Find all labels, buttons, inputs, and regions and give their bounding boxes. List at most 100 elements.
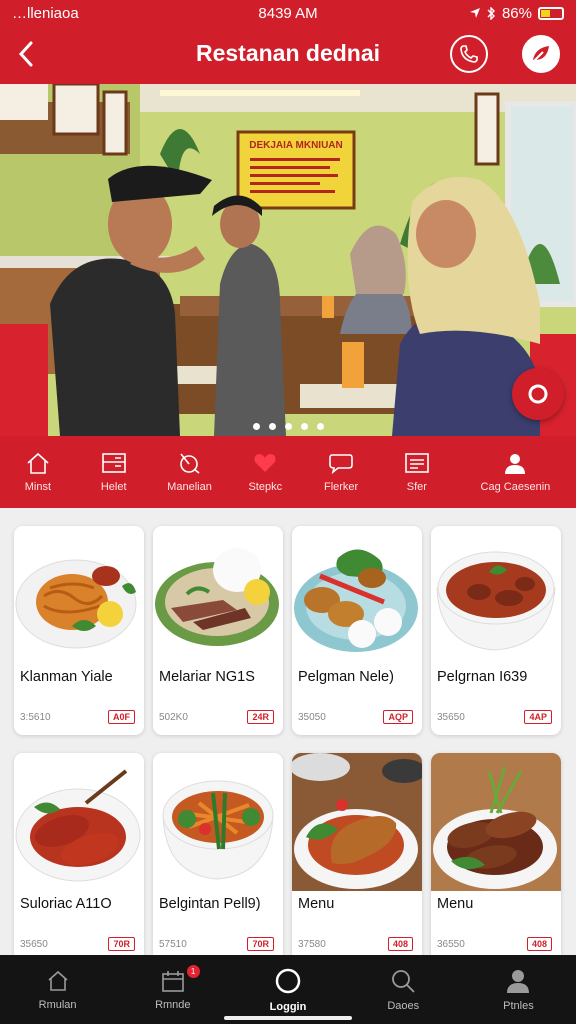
- bottom-tab-bar: Rmulan 1 Rmnde Loggin Daoes Ptnles: [0, 955, 576, 1024]
- refresh-icon: [528, 384, 548, 404]
- menu-item-tag[interactable]: 408: [526, 937, 552, 951]
- dish-image-noodles: [14, 526, 144, 664]
- tab-rmnde[interactable]: 1 Rmnde: [115, 955, 230, 1024]
- tab-label: Rmnde: [155, 998, 191, 1011]
- carousel-dot[interactable]: [252, 423, 260, 430]
- dish-image-satay: [292, 526, 422, 664]
- tab-ptnles[interactable]: Ptnles: [461, 955, 576, 1024]
- menu-item-code: 36550: [437, 939, 465, 950]
- carousel-dot[interactable]: [316, 423, 324, 430]
- menu-item-code: 35050: [298, 712, 326, 723]
- tab-label: Daoes: [387, 999, 420, 1012]
- category-label: Helet: [100, 481, 127, 493]
- category-minst[interactable]: Minst: [0, 436, 76, 508]
- battery-icon: [538, 6, 564, 20]
- menu-item-name: Suloriac A11O: [20, 896, 112, 912]
- document-icon: [405, 453, 429, 473]
- category-cag-caesenin[interactable]: Cag Caesenin: [455, 436, 576, 508]
- menu-item-code: 35650: [20, 939, 48, 950]
- menu-card[interactable]: Klanman Yiale 3:5610 A0F: [14, 526, 144, 735]
- home-icon: [27, 452, 49, 474]
- dish-image-grilled: [292, 753, 422, 891]
- carousel-dot[interactable]: [268, 423, 276, 430]
- menu-item-tag[interactable]: 24R: [247, 710, 274, 724]
- menu-item-name: Pelgman Nele): [298, 669, 394, 685]
- dish-image-rice-meat: [153, 526, 283, 664]
- menu-item-tag[interactable]: AQP: [383, 710, 413, 724]
- chat-icon: [329, 454, 353, 475]
- menu-card[interactable]: Suloriac A11O 35650 70R: [14, 753, 144, 962]
- menu-item-tag[interactable]: 4AP: [524, 710, 552, 724]
- menu-item-name: Menu: [298, 896, 335, 912]
- menu-card[interactable]: Menu 36550 408: [431, 753, 561, 962]
- category-stepkc[interactable]: Stepkc: [227, 436, 303, 508]
- tab-label: Rmulan: [38, 998, 77, 1011]
- menu-card[interactable]: Pelgrnan I639 35650 4AP: [431, 526, 561, 735]
- tab-label: Ptnles: [503, 999, 534, 1012]
- category-manelian[interactable]: Manelian: [152, 436, 228, 508]
- menu-board-title: DEKJAIA MKNIUAN: [249, 140, 343, 151]
- carousel-dot[interactable]: [300, 423, 308, 430]
- menu-item-name: Menu: [437, 896, 474, 912]
- clock: 8439 AM: [258, 4, 318, 22]
- call-button[interactable]: [450, 35, 488, 73]
- menu-card[interactable]: Pelgman Nele) 35050 AQP: [292, 526, 422, 735]
- tab-label: Loggin: [269, 1000, 307, 1013]
- category-flerker[interactable]: Flerker: [303, 436, 379, 508]
- menu-item-name: Klanman Yiale: [20, 669, 113, 685]
- heart-icon: [254, 454, 276, 472]
- menu-item-tag[interactable]: 408: [387, 937, 413, 951]
- category-helet[interactable]: Helet: [76, 436, 152, 508]
- calendar-icon: [161, 970, 184, 992]
- phone-icon: [460, 45, 478, 63]
- home-icon: [48, 970, 68, 991]
- dish-image-vegetables: [153, 753, 283, 891]
- category-label: Flerker: [323, 481, 359, 493]
- menu-item-tag[interactable]: 70R: [108, 937, 135, 951]
- category-sfer[interactable]: Sfer: [379, 436, 455, 508]
- tab-daoes[interactable]: Daoes: [346, 955, 461, 1024]
- tab-rmulan[interactable]: Rmulan: [0, 955, 115, 1024]
- menu-item-code: 57510: [159, 939, 187, 950]
- status-bar: …lleniaoa 8439 AM 86%: [0, 0, 576, 26]
- menu-grid: Klanman Yiale 3:5610 A0F Melariar NG1S 5…: [14, 526, 562, 962]
- menu-item-tag[interactable]: 70R: [247, 937, 274, 951]
- restaurant-illustration: DEKJAIA MKNIUAN: [0, 84, 576, 436]
- menu-card[interactable]: Melariar NG1S 502K0 24R: [153, 526, 283, 735]
- list-icon: [101, 453, 126, 473]
- user-icon: [505, 454, 526, 474]
- carousel-indicator[interactable]: [0, 423, 576, 430]
- menu-card[interactable]: Belgintan Pell9) 57510 70R: [153, 753, 283, 962]
- carousel-dot[interactable]: [284, 423, 292, 430]
- brand-button[interactable]: [522, 35, 560, 73]
- menu-item-code: 35650: [437, 712, 465, 723]
- menu-item-code: 502K0: [159, 712, 188, 723]
- category-label: Minst: [24, 481, 52, 493]
- dish-image-rolls: [431, 753, 561, 891]
- menu-item-name: Belgintan Pell9): [159, 896, 261, 912]
- hero-carousel[interactable]: DEKJAIA MKNIUAN: [0, 84, 576, 436]
- leaf-badge-icon: [532, 46, 549, 63]
- search-icon: [392, 969, 415, 993]
- menu-item-code: 3:5610: [20, 712, 51, 723]
- profile-icon: [507, 969, 530, 993]
- app-header: Restanan dednai: [0, 26, 576, 84]
- dish-icon: [180, 453, 200, 474]
- circle-icon: [275, 968, 301, 993]
- home-indicator[interactable]: [224, 1016, 352, 1020]
- dish-image-stew: [431, 526, 561, 664]
- category-bar: Minst Helet Manelian Stepkc Flerker Sfer…: [0, 436, 576, 508]
- category-label: Sfer: [406, 481, 427, 493]
- tab-loggin[interactable]: Loggin: [230, 955, 345, 1024]
- category-label: Cag Caesenin: [480, 481, 551, 493]
- menu-card[interactable]: Menu 37580 408: [292, 753, 422, 962]
- category-label: Stepkc: [248, 481, 283, 493]
- menu-item-code: 37580: [298, 939, 326, 950]
- notification-badge: 1: [186, 965, 200, 978]
- floating-action-button[interactable]: [512, 368, 564, 420]
- dish-image-sausage: [14, 753, 144, 891]
- menu-item-name: Pelgrnan I639: [437, 669, 528, 685]
- menu-item-name: Melariar NG1S: [159, 669, 255, 685]
- menu-item-tag[interactable]: A0F: [107, 710, 135, 724]
- category-label: Manelian: [167, 481, 212, 493]
